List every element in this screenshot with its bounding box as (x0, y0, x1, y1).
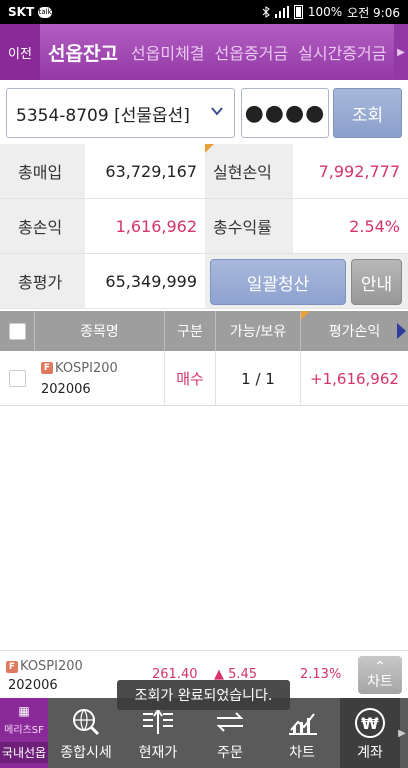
password-field[interactable]: ●●●● (241, 88, 329, 138)
brand-label: 국내선옵 (0, 742, 48, 763)
account-select[interactable]: 5354-8709 [선물옵션] (6, 88, 235, 138)
select-all-checkbox[interactable] (8, 322, 26, 340)
total-rate-value: 2.54% (293, 199, 408, 254)
table-row[interactable]: F KOSPI200 202006 매수 1 / 1 +1,616,962 (0, 351, 408, 406)
row-name-line: F KOSPI200 (41, 361, 118, 376)
nav-market-overview[interactable]: 종합시세 (56, 698, 116, 768)
status-bar: SKT talk 100% 오전 9:06 (0, 0, 408, 24)
realized-pl-label: 실현손익 (205, 144, 293, 199)
header-checkbox-cell (0, 311, 35, 351)
total-eval-value: 65,349,999 (85, 254, 205, 309)
total-rate-label: 총수익률 (205, 199, 293, 254)
header-pl-text: 평가손익 (328, 324, 381, 340)
liquidate-all-button[interactable]: 일괄청산 (210, 259, 346, 305)
carrier-label: SKT (8, 5, 35, 19)
status-right: 100% 오전 9:06 (262, 4, 400, 21)
nav-current-price-label: 현재가 (138, 745, 178, 761)
ticker-name: KOSPI200 (20, 659, 83, 674)
info-corner-icon (301, 311, 310, 320)
total-eval-label: 총평가 (0, 254, 85, 309)
table-header: 종목명 구분 가능/보유 평가손익 (0, 311, 408, 351)
battery-icon (293, 5, 303, 19)
won-coin-icon: ₩ (355, 708, 385, 738)
nav-chart-label: 차트 (289, 745, 315, 761)
header-qty[interactable]: 가능/보유 (216, 311, 301, 351)
realized-pl-label-text: 실현손익 (213, 163, 272, 182)
query-button[interactable]: 조회 (333, 88, 402, 138)
header-pl[interactable]: 평가손익 (301, 311, 408, 351)
orderbook-icon (143, 708, 173, 734)
info-corner-icon (205, 144, 214, 153)
row-name-cell: F KOSPI200 202006 (35, 351, 165, 406)
back-button[interactable]: 이전 (0, 24, 40, 80)
brand-menu-button[interactable]: ▦ 메리츠SF 국내선옵 (0, 698, 48, 768)
account-row: 5354-8709 [선물옵션] ●●●● 조회 (6, 88, 402, 138)
scroll-right-arrow-icon[interactable] (397, 323, 406, 339)
chevron-up-icon: ⌃ (374, 658, 386, 675)
chevron-down-icon (211, 107, 223, 116)
total-buy-value: 63,729,167 (85, 144, 205, 199)
nav-market-overview-label: 종합시세 (60, 745, 112, 761)
ticker-percent: 2.13% (300, 667, 342, 682)
clock-label: 오전 9:06 (347, 5, 400, 20)
nav-account[interactable]: ₩ 계좌 (340, 698, 400, 768)
account-select-value: 5354-8709 [선물옵션] (16, 105, 190, 126)
nav-account-label: 계좌 (357, 745, 383, 761)
futures-badge-icon: F (6, 660, 18, 673)
tab-unfilled[interactable]: 선옵미체결 (126, 40, 210, 64)
realized-pl-value: 7,992,777 (293, 144, 408, 199)
futures-badge-icon: F (41, 362, 53, 374)
toast-message: 조회가 완료되었습니다. (117, 680, 290, 710)
row-type: 매수 (165, 351, 216, 406)
brand-logo: 메리츠SF (4, 725, 44, 736)
guide-button[interactable]: 안내 (351, 259, 402, 305)
ticker-name-line: F KOSPI200 (6, 659, 83, 674)
total-buy-label: 총매입 (0, 144, 85, 199)
battery-label: 100% (307, 5, 343, 19)
row-pl: +1,616,962 (310, 369, 399, 388)
tab-margin[interactable]: 선옵증거금 (210, 40, 294, 64)
tab-bar: 이전 선옵잔고 선옵미체결 선옵증거금 실시간증거금 ▶ (0, 24, 408, 80)
grid-icon: ▦ (18, 704, 30, 718)
chat-icon: talk (38, 6, 53, 18)
row-checkbox-cell (0, 351, 35, 406)
tab-realtime-margin[interactable]: 실시간증거금 (293, 40, 391, 64)
tab-balance[interactable]: 선옵잔고 (40, 39, 126, 66)
header-name[interactable]: 종목명 (35, 311, 165, 351)
tab-scroll-right-icon[interactable]: ▶ (394, 24, 408, 80)
globe-search-icon (73, 709, 100, 736)
nav-scroll-right-icon[interactable]: ▶ (396, 698, 408, 768)
header-type[interactable]: 구분 (165, 311, 216, 351)
chart-icon (289, 713, 317, 735)
chart-button[interactable]: ⌃ 차트 (358, 656, 402, 694)
summary-panel: 총매입 63,729,167 실현손익 7,992,777 총손익 1,616,… (0, 144, 408, 310)
chart-button-label: 차트 (367, 674, 393, 690)
row-name: KOSPI200 (55, 360, 118, 376)
total-pl-label: 총손익 (0, 199, 85, 254)
bluetooth-icon (262, 6, 270, 18)
row-checkbox[interactable] (9, 370, 26, 387)
nav-order-label: 주문 (217, 745, 243, 761)
total-pl-value: 1,616,962 (85, 199, 205, 254)
ticker-code: 202006 (8, 678, 58, 693)
exchange-arrows-icon (216, 712, 244, 732)
row-code: 202006 (41, 381, 91, 397)
row-qty: 1 / 1 (216, 351, 301, 406)
signal-icon (274, 6, 289, 18)
